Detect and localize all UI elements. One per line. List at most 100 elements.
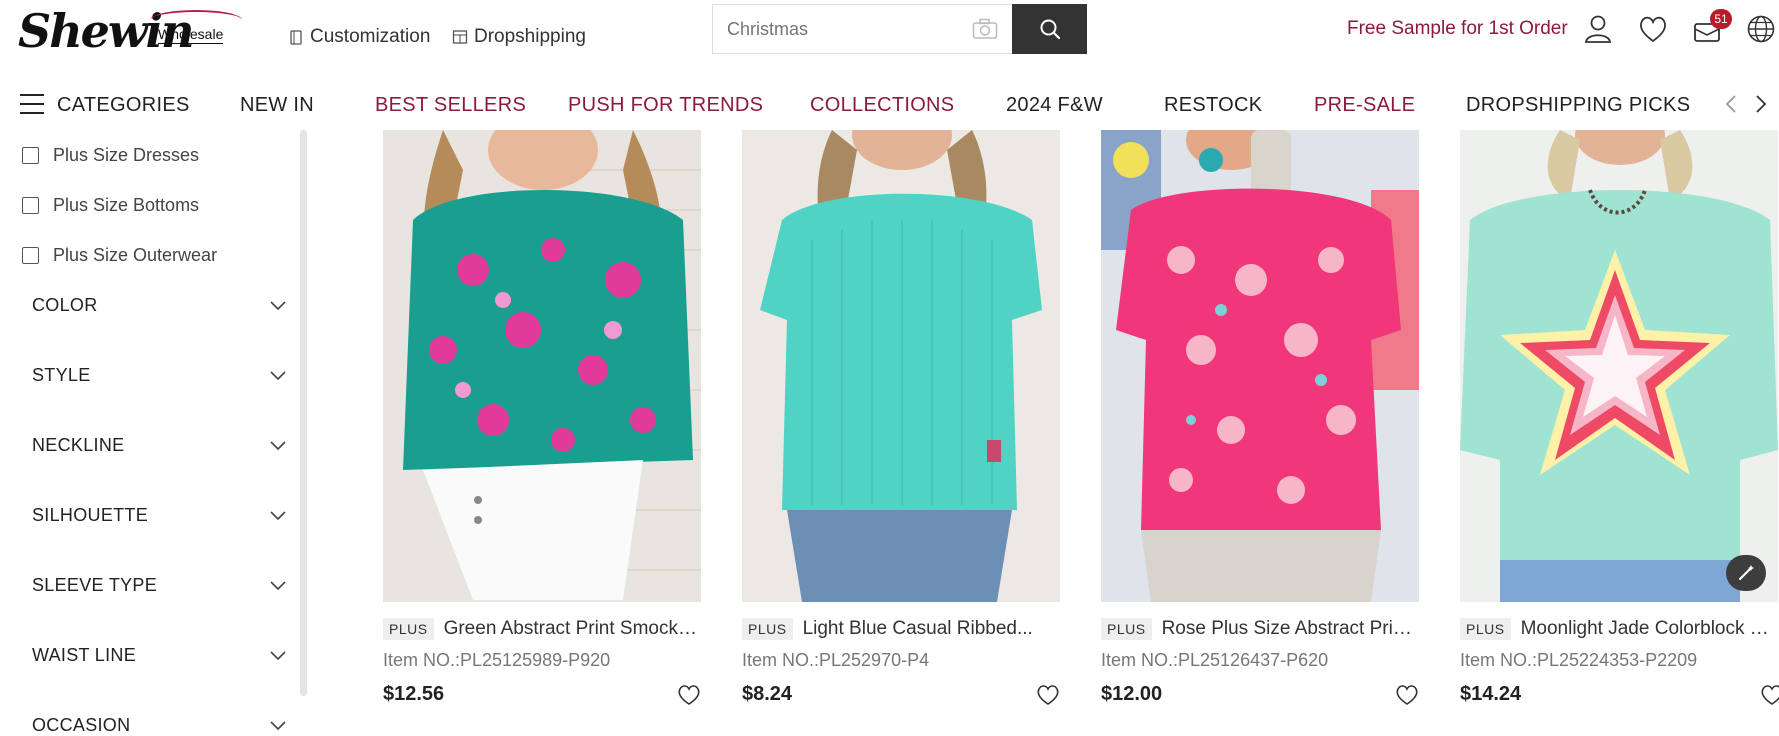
filter-label: OCCASION <box>32 715 131 735</box>
plus-tag: PLUS <box>1101 618 1152 640</box>
product-photo-blue-ribbed-top <box>742 130 1060 602</box>
nav-restock[interactable]: RESTOCK <box>1164 94 1262 117</box>
chevron-down-icon <box>270 300 286 310</box>
language-button[interactable] <box>1744 12 1778 46</box>
product-card[interactable]: PLUS Rose Plus Size Abstract Print... It… <box>1101 130 1419 706</box>
chevron-down-icon <box>270 650 286 660</box>
product-title[interactable]: Light Blue Casual Ribbed... <box>803 618 1033 640</box>
user-icon <box>1584 15 1612 43</box>
filter-sidebar: Plus Size Dresses Plus Size Bottoms Plus… <box>0 130 300 736</box>
search-icon <box>1040 19 1060 40</box>
nav-push-for-trends[interactable]: PUSH FOR TRENDS <box>568 94 763 117</box>
product-photo-jade-star-top <box>1460 130 1778 602</box>
magic-wand-button[interactable] <box>1726 555 1766 591</box>
product-card[interactable]: PLUS Green Abstract Print Smocked... Ite… <box>383 130 701 706</box>
product-card[interactable]: PLUS Light Blue Casual Ribbed... Item NO… <box>742 130 1060 706</box>
plus-tag: PLUS <box>1460 618 1511 640</box>
filter-neckline[interactable]: NECKLINE <box>32 435 286 456</box>
customization-link[interactable]: Customization <box>288 24 430 50</box>
filter-label: SLEEVE TYPE <box>32 575 158 595</box>
nav-next-arrow[interactable] <box>1751 92 1771 116</box>
dropshipping-icon <box>452 30 468 44</box>
account-button[interactable] <box>1581 12 1615 46</box>
search-input[interactable] <box>713 5 959 53</box>
product-title[interactable]: Rose Plus Size Abstract Print... <box>1162 618 1419 640</box>
checkbox[interactable] <box>22 197 39 214</box>
product-price: $14.24 <box>1460 683 1522 705</box>
nav-categories[interactable]: CATEGORIES <box>57 94 190 117</box>
product-title[interactable]: Green Abstract Print Smocked... <box>444 618 701 640</box>
category-nav: CATEGORIES NEW IN BEST SELLERS PUSH FOR … <box>0 80 1779 130</box>
customization-label: Customization <box>310 26 431 47</box>
checkbox-label: Plus Size Bottoms <box>53 195 200 215</box>
filter-label: WAIST LINE <box>32 645 137 665</box>
heart-icon[interactable] <box>677 684 701 706</box>
nav-dropshipping-picks[interactable]: DROPSHIPPING PICKS <box>1466 94 1690 117</box>
product-image[interactable] <box>1101 130 1419 602</box>
checkbox-label: Plus Size Outerwear <box>53 245 218 265</box>
filter-style[interactable]: STYLE <box>32 365 286 386</box>
chevron-down-icon <box>270 510 286 520</box>
product-photo-rose-print-top <box>1101 130 1419 602</box>
filter-occasion[interactable]: OCCASION <box>32 715 286 736</box>
chevron-right-icon <box>1756 95 1767 113</box>
wishlist-button[interactable] <box>1636 12 1670 46</box>
filter-waist-line[interactable]: WAIST LINE <box>32 645 286 666</box>
hamburger-menu-icon[interactable] <box>20 94 44 114</box>
top-header: Shewin Wholesale Customization Dropshipp… <box>0 0 1779 70</box>
filter-label: COLOR <box>32 295 98 315</box>
filter-sleeve-type[interactable]: SLEEVE TYPE <box>32 575 286 596</box>
customization-icon <box>290 30 302 45</box>
product-item-number: Item NO.:PL25126437-P620 <box>1101 650 1329 670</box>
chevron-down-icon <box>270 720 286 730</box>
product-image[interactable] <box>383 130 701 602</box>
dropshipping-label: Dropshipping <box>474 26 586 47</box>
product-item-number: Item NO.:PL25224353-P2209 <box>1460 650 1698 670</box>
filter-label: SILHOUETTE <box>32 505 149 525</box>
dropshipping-link[interactable]: Dropshipping <box>452 24 586 50</box>
checkbox[interactable] <box>22 147 39 164</box>
nav-best-sellers[interactable]: BEST SELLERS <box>375 94 526 117</box>
nav-pre-sale[interactable]: PRE-SALE <box>1314 94 1415 117</box>
sidebar-scrollbar[interactable] <box>300 130 307 696</box>
product-price: $12.00 <box>1101 683 1163 705</box>
product-price: $12.56 <box>383 683 445 705</box>
product-item-number: Item NO.:PL25125989-P920 <box>383 650 611 670</box>
image-search-camera[interactable] <box>959 5 1011 53</box>
product-image[interactable] <box>742 130 1060 602</box>
checkbox[interactable] <box>22 247 39 264</box>
nav-prev-arrow[interactable] <box>1721 92 1741 116</box>
heart-icon[interactable] <box>1395 684 1419 706</box>
checkbox-plus-size-outerwear[interactable]: Plus Size Outerwear <box>22 245 217 266</box>
free-sample-link[interactable]: Free Sample for 1st Order <box>1347 18 1568 40</box>
filter-label: STYLE <box>32 365 91 385</box>
nav-collections[interactable]: COLLECTIONS <box>810 94 954 117</box>
camera-icon <box>972 18 998 39</box>
product-photo-green-floral-top <box>383 130 701 602</box>
filter-color[interactable]: COLOR <box>32 295 286 316</box>
product-card[interactable]: PLUS Moonlight Jade Colorblock Sta... It… <box>1460 130 1779 706</box>
heart-icon <box>1640 16 1666 43</box>
chevron-down-icon <box>270 440 286 450</box>
product-price: $8.24 <box>742 683 793 705</box>
plus-tag: PLUS <box>742 618 793 640</box>
nav-new-in[interactable]: NEW IN <box>240 94 314 117</box>
product-title[interactable]: Moonlight Jade Colorblock Sta... <box>1521 618 1778 640</box>
heart-icon[interactable] <box>1036 684 1060 706</box>
cart-count-badge: 51 <box>1710 9 1732 29</box>
heart-icon[interactable] <box>1760 684 1779 706</box>
plus-tag: PLUS <box>383 618 434 640</box>
magic-wand-icon <box>1739 565 1754 580</box>
product-item-number: Item NO.:PL252970-P4 <box>742 650 930 670</box>
chevron-down-icon <box>270 370 286 380</box>
checkbox-plus-size-bottoms[interactable]: Plus Size Bottoms <box>22 195 199 216</box>
product-image[interactable] <box>1460 130 1778 602</box>
filter-silhouette[interactable]: SILHOUETTE <box>32 505 286 526</box>
chevron-left-icon <box>1725 95 1736 113</box>
nav-2024-fw[interactable]: 2024 F&W <box>1006 94 1103 117</box>
checkbox-plus-size-dresses[interactable]: Plus Size Dresses <box>22 145 199 166</box>
search-button[interactable] <box>1012 4 1087 54</box>
checkbox-label: Plus Size Dresses <box>53 145 200 165</box>
filter-label: NECKLINE <box>32 435 125 455</box>
chevron-down-icon <box>270 580 286 590</box>
